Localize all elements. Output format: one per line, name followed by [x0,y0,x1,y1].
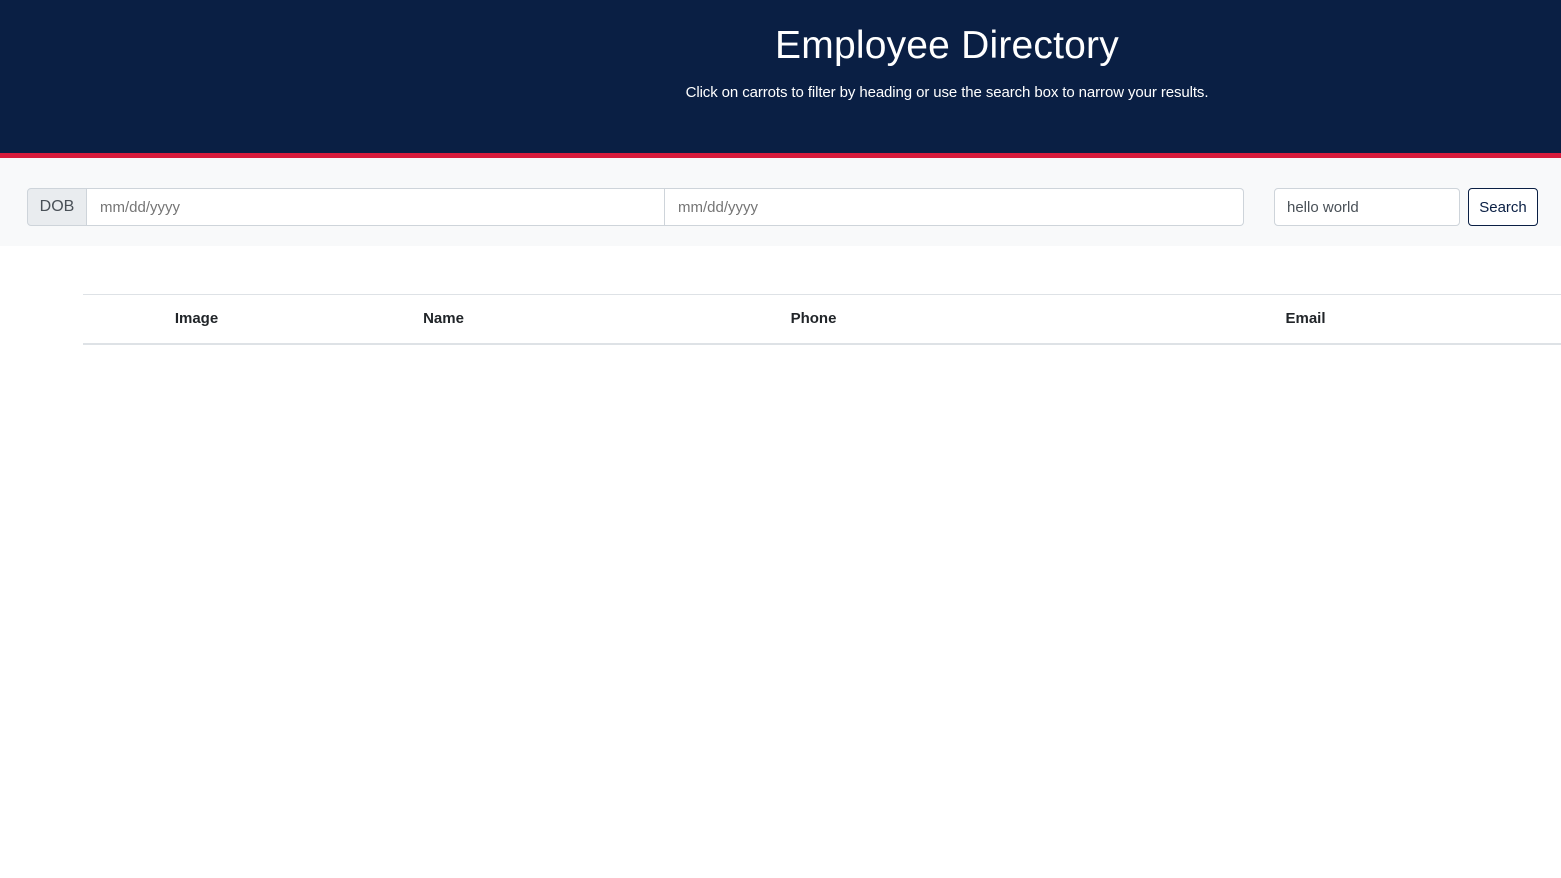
employee-table: Image Name Phone Email [83,294,1561,345]
employee-table-container: Image Name Phone Email [83,294,1561,345]
table-header: Image Name Phone Email [83,294,1561,344]
column-header-email[interactable]: Email [1050,295,1561,344]
page-subtitle: Click on carrots to filter by heading or… [685,84,1209,101]
search-input[interactable] [1274,188,1460,226]
column-header-name[interactable]: Name [310,295,577,344]
search-button[interactable]: Search [1468,188,1538,226]
dob-start-input[interactable] [87,188,665,226]
dob-range-group: DOB [27,188,1244,226]
page-title: Employee Directory [775,24,1119,67]
column-header-phone[interactable]: Phone [577,295,1050,344]
filter-toolbar: DOB Search [0,158,1561,246]
table-header-row: Image Name Phone Email [83,294,1561,344]
column-header-image[interactable]: Image [83,295,310,344]
dob-end-input[interactable] [665,188,1244,226]
page-header: Employee Directory Click on carrots to f… [0,0,1561,153]
dob-label: DOB [27,188,87,226]
